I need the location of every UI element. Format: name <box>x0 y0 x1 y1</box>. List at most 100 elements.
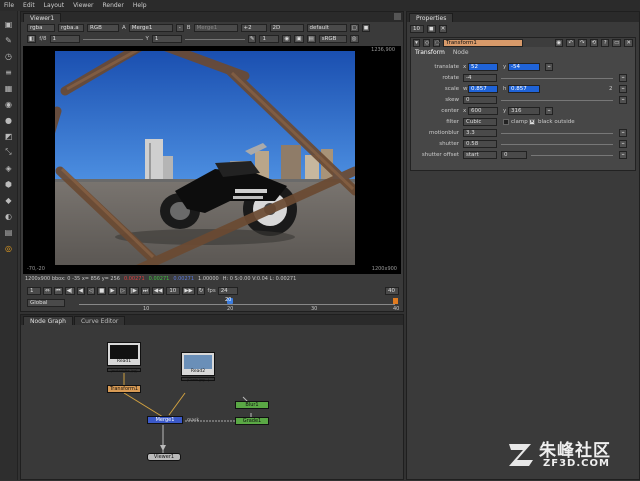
subtab-transform[interactable]: Transform <box>415 49 445 56</box>
scale-w-field[interactable]: 0.857 <box>468 85 498 93</box>
draw-icon[interactable]: ✎ <box>3 34 15 46</box>
help-icon[interactable]: ? <box>601 38 610 47</box>
shutter-anim-icon[interactable]: ⌁ <box>619 140 627 148</box>
center-x-field[interactable]: 600 <box>468 107 498 115</box>
tab-viewer1[interactable]: Viewer1 <box>23 13 62 22</box>
channels-select[interactable]: rgba <box>27 24 55 32</box>
timeline[interactable]: Global 10 20 30 40 20 <box>25 297 399 312</box>
tab-node-graph[interactable]: Node Graph <box>23 316 73 325</box>
scale-anim-icon[interactable]: ⌁ <box>619 85 627 93</box>
loop-icon[interactable]: ↻ <box>196 287 206 295</box>
menu-file[interactable]: File <box>4 2 14 9</box>
translate-y-field[interactable]: -54 <box>508 63 540 71</box>
transform-icon[interactable]: ⤡ <box>3 146 15 158</box>
image-icon[interactable]: ▣ <box>3 18 15 30</box>
end-marker[interactable] <box>393 298 398 304</box>
shutter-offset-select[interactable]: start <box>463 151 497 159</box>
views-icon[interactable]: ⬢ <box>3 178 15 190</box>
view-mode-select[interactable]: 2D <box>269 24 304 32</box>
skew-anim-icon[interactable]: ⌁ <box>619 96 627 104</box>
input-a-select[interactable]: Merge1 <box>128 24 173 32</box>
clamp-checkbox[interactable] <box>503 119 509 125</box>
play-forward-icon[interactable]: ▶ <box>108 287 117 295</box>
alpha-channel-select[interactable]: rgba.a <box>58 24 84 32</box>
prev-keyframe-icon[interactable]: ◀| <box>64 287 75 295</box>
overlay-icon[interactable]: ◎ <box>349 35 359 43</box>
collapse-icon[interactable]: ▾ <box>413 38 420 47</box>
lock-icon[interactable]: ◼ <box>361 24 371 32</box>
center-y-field[interactable]: 316 <box>508 107 540 115</box>
step-forward-icon[interactable]: ▷ <box>118 287 127 295</box>
viewer-viewport[interactable]: 1236,900 -70,-20 1200x900 <box>23 46 401 274</box>
skip-back-icon[interactable]: ◀◀ <box>151 287 165 295</box>
compare-icon[interactable]: - <box>175 24 184 32</box>
motionblur-anim-icon[interactable]: ⌁ <box>619 129 627 137</box>
max-panels-field[interactable]: 10 <box>410 25 424 33</box>
gamma-slider[interactable] <box>184 38 245 40</box>
tab-curve-editor[interactable]: Curve Editor <box>73 316 126 325</box>
time-icon[interactable]: ◷ <box>3 50 15 62</box>
translate-x-field[interactable]: 52 <box>468 63 498 71</box>
roi-icon[interactable]: ▢ <box>349 24 359 32</box>
black-outside-checkbox[interactable]: ✕ <box>529 119 535 125</box>
node-color-icon[interactable]: ◌ <box>433 38 440 47</box>
revert-icon[interactable]: ⟲ <box>589 38 599 47</box>
center-node-icon[interactable]: ◉ <box>554 38 564 47</box>
paint-icon[interactable]: ✎ <box>247 35 257 43</box>
metadata-icon[interactable]: ◆ <box>3 194 15 206</box>
grade1-node[interactable]: Grade1 <box>235 417 269 425</box>
3d-icon[interactable]: ◈ <box>3 162 15 174</box>
menu-viewer[interactable]: Viewer <box>73 2 93 9</box>
float-icon[interactable]: ◇ <box>423 38 430 47</box>
blur1-node[interactable]: Blur1 <box>235 401 269 409</box>
proxy-icon[interactable]: ▣ <box>294 35 304 43</box>
scale-count[interactable]: 2 <box>609 86 613 92</box>
undo-icon[interactable]: ↶ <box>566 38 575 47</box>
read1-node[interactable]: Read1 <box>107 342 141 366</box>
skew-slider[interactable] <box>501 100 613 101</box>
transform1-node[interactable]: Transform1 <box>107 385 141 393</box>
subtab-node[interactable]: Node <box>453 49 469 56</box>
float-panel-icon[interactable]: ▭ <box>612 38 622 47</box>
translate-anim-icon[interactable]: ⌁ <box>545 63 553 71</box>
zoom-select[interactable]: +2 <box>240 24 267 32</box>
filter-select[interactable]: Cubic <box>463 118 497 126</box>
shutter-offset-anim-icon[interactable]: ⌁ <box>619 151 627 159</box>
pane-close-icon[interactable] <box>394 13 401 20</box>
frame-field[interactable]: 1 <box>259 35 280 43</box>
gain-slider[interactable] <box>82 38 143 40</box>
end-frame-field[interactable]: 40 <box>385 287 399 295</box>
next-keyframe-icon[interactable]: |▶ <box>128 287 139 295</box>
rotate-slider[interactable] <box>501 78 613 79</box>
range-icon[interactable]: ⇔ <box>43 287 52 295</box>
fps-field[interactable]: 24 <box>217 287 238 295</box>
keyer-icon[interactable]: ● <box>3 114 15 126</box>
menu-edit[interactable]: Edit <box>23 2 35 9</box>
skip-forward-icon[interactable]: ▶▶ <box>182 287 195 295</box>
center-anim-icon[interactable]: ⌁ <box>545 107 553 115</box>
display-select[interactable]: sRGB <box>318 35 347 43</box>
last-frame-icon[interactable]: ⏭ <box>140 287 150 295</box>
menu-render[interactable]: Render <box>102 2 123 9</box>
timeline-track[interactable] <box>79 304 395 305</box>
step-field[interactable]: 10 <box>166 287 181 295</box>
redo-icon[interactable]: ↷ <box>577 38 587 47</box>
shutter-slider[interactable] <box>501 144 613 145</box>
gain-toggle-icon[interactable]: ◧ <box>27 35 37 43</box>
nuke-logo-icon[interactable]: ◎ <box>3 242 15 254</box>
menu-help[interactable]: Help <box>133 2 147 9</box>
start-frame-field[interactable]: 1 <box>27 287 41 295</box>
viewer1-node[interactable]: Viewer1 <box>147 453 181 461</box>
shutter-offset-slider[interactable] <box>531 155 613 156</box>
motionblur-slider[interactable] <box>501 133 613 134</box>
merge-icon[interactable]: ◩ <box>3 130 15 142</box>
read2-node[interactable]: Read2 <box>181 352 215 376</box>
gain-field[interactable]: 1 <box>49 35 80 43</box>
node-name-field[interactable]: Transform1 <box>443 38 523 47</box>
clear-properties-icon[interactable]: ✕ <box>438 25 448 33</box>
shutter-field[interactable]: 0.58 <box>463 140 497 148</box>
skew-field[interactable]: 0 <box>463 96 497 104</box>
clip-warning-icon[interactable]: ◉ <box>282 35 292 43</box>
furnace-icon[interactable]: ▤ <box>3 226 15 238</box>
play-backward-icon[interactable]: ◁ <box>86 287 96 295</box>
